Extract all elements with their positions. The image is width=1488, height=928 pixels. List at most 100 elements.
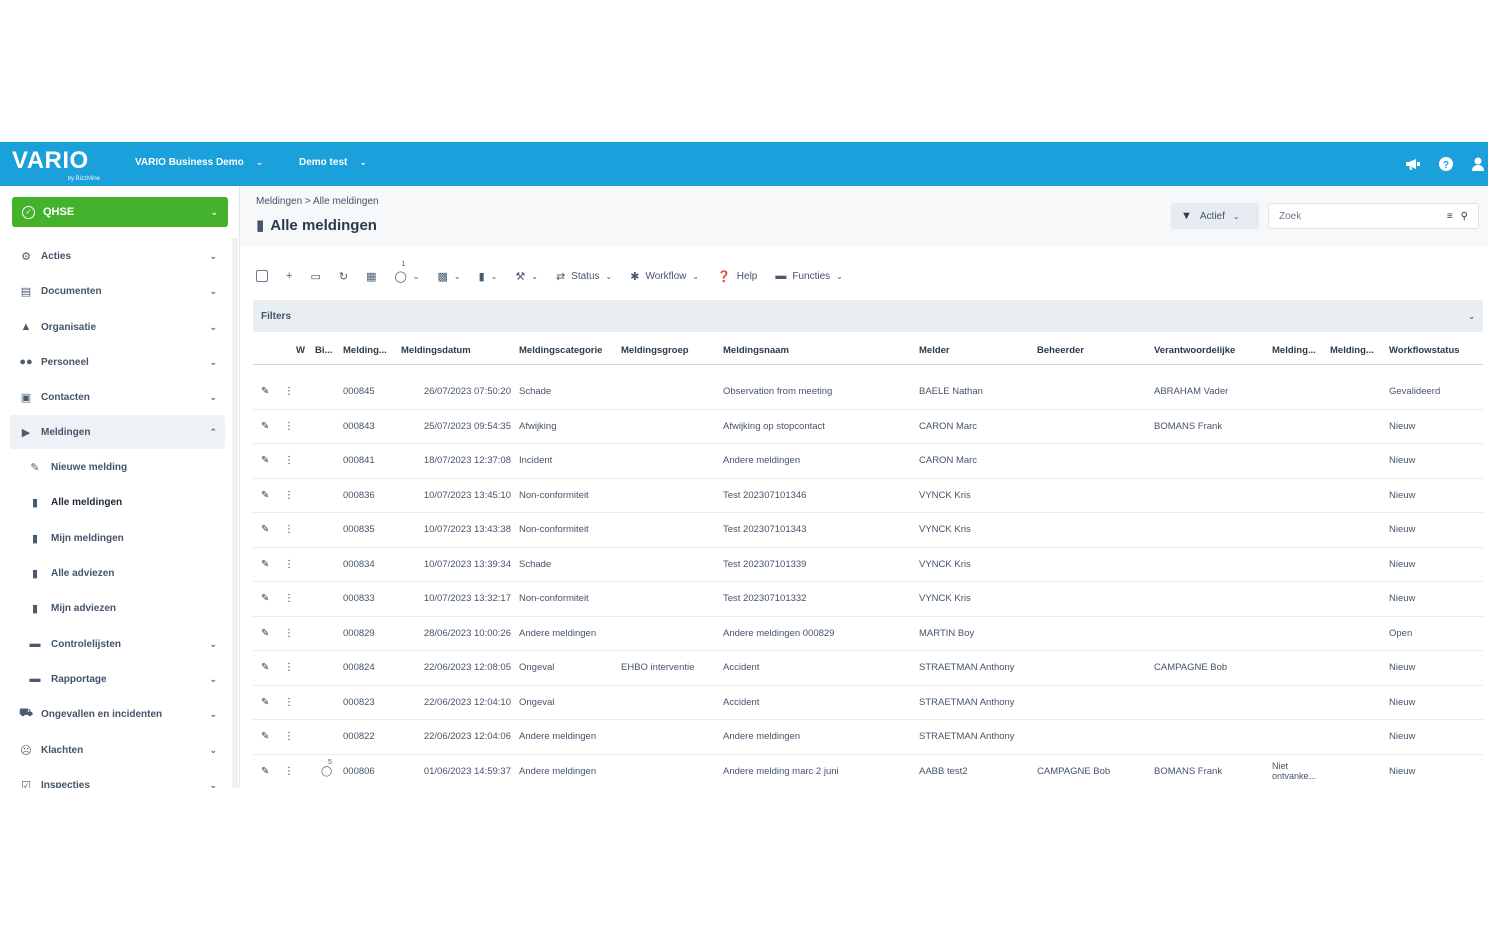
file-icon: ▮ <box>31 602 39 615</box>
sidebar-item-contacten[interactable]: ▣ Contacten ⌄ <box>10 380 225 414</box>
add-button[interactable]: + <box>286 270 292 282</box>
search-icon[interactable]: ⚲ <box>1461 211 1468 222</box>
edit-row-icon[interactable]: ✎ <box>261 375 273 409</box>
column-header[interactable]: Meldingsnaam <box>723 337 918 364</box>
functies-menu-button[interactable]: ▬ Functies ⌄ <box>775 270 843 282</box>
tools-menu-button[interactable]: ⚒ ⌄ <box>515 270 538 283</box>
column-header[interactable]: Workflowstatus <box>1389 337 1481 364</box>
row-menu-icon[interactable]: ⋮ <box>284 375 292 409</box>
table-row[interactable]: ✎ ⋮ 000836 10/07/2023 13:45:10 Non-conformit… <box>253 479 1483 513</box>
sidebar-subitem-mijn-adviezen[interactable]: ▮ Mijn adviezen <box>28 591 225 625</box>
select-all-checkbox[interactable] <box>256 270 268 282</box>
sidebar-item-acties[interactable]: ⚙ Acties ⌄ <box>10 239 225 273</box>
column-header[interactable]: Melder <box>919 337 1036 364</box>
row-menu-icon[interactable]: ⋮ <box>284 755 292 789</box>
row-menu-icon[interactable]: ⋮ <box>284 720 292 754</box>
table-row[interactable]: ✎ ⋮ 000841 18/07/2023 12:37:08 Incident Ander… <box>253 444 1483 479</box>
cell-melder: STRAETMAN Anthony <box>919 696 1015 708</box>
column-header[interactable]: Melding... <box>1330 337 1388 364</box>
column-header[interactable]: Verantwoordelijke <box>1154 337 1271 364</box>
sidebar-item-inspecties[interactable]: ☑ Inspecties ⌄ <box>10 768 225 789</box>
refresh-icon: ↻ <box>338 270 349 283</box>
row-menu-icon[interactable]: ⋮ <box>284 651 292 685</box>
help-circle-icon: ❓ <box>717 270 731 283</box>
help-icon[interactable]: ? <box>1437 155 1455 173</box>
status-menu-button[interactable]: ⇄ Status ⌄ <box>556 270 612 283</box>
column-header[interactable]: Melding... <box>343 337 398 364</box>
attachment-count: 5 <box>328 758 332 766</box>
column-header[interactable]: Meldingsdatum <box>401 337 511 364</box>
search-input[interactable]: Zoek ≡ ⚲ <box>1268 203 1479 229</box>
table-row[interactable]: ✎ ⋮ 000834 10/07/2023 13:39:34 Schade Test 20… <box>253 548 1483 582</box>
filters-panel-toggle[interactable]: Filters ⌄ <box>253 300 1483 332</box>
table-row[interactable]: ✎ ⋮ 000829 28/06/2023 10:00:26 Andere meldin… <box>253 617 1483 651</box>
edit-row-icon[interactable]: ✎ <box>261 686 273 720</box>
table-row[interactable]: ✎ ⋮ 000823 22/06/2023 12:04:10 Ongeval Accide… <box>253 686 1483 720</box>
table-row[interactable]: ✎ ⋮ 000843 25/07/2023 09:54:35 Afwijking Afwi… <box>253 410 1483 444</box>
sidebar-subitem-nieuwe-melding[interactable]: ✎ Nieuwe melding <box>28 450 225 484</box>
edit-row-icon[interactable]: ✎ <box>261 513 273 547</box>
sidebar-subitem-alle-adviezen[interactable]: ▮ Alle adviezen <box>28 556 225 590</box>
refresh-button[interactable]: ↻ <box>339 270 348 283</box>
edit-row-icon[interactable]: ✎ <box>261 410 273 444</box>
sidebar-scrollbar[interactable] <box>232 238 238 788</box>
row-menu-icon[interactable]: ⋮ <box>284 548 292 582</box>
status-filter-dropdown[interactable]: ▼ Actief ⌄ <box>1171 203 1259 229</box>
column-header[interactable]: Meldingscategorie <box>519 337 619 364</box>
edit-row-icon[interactable]: ✎ <box>261 548 273 582</box>
delete-button[interactable]: ▭ <box>310 270 320 283</box>
sidebar-subitem-alle-meldingen[interactable]: ▮ Alle meldingen <box>28 485 225 519</box>
table-row[interactable]: ✎ ⋮ 000822 22/06/2023 12:04:06 Andere meldin… <box>253 720 1483 755</box>
edit-row-icon[interactable]: ✎ <box>261 479 273 513</box>
attachment-menu-button[interactable]: 1 ◯ ⌄ <box>394 261 419 283</box>
cell-status: Nieuw <box>1389 558 1416 570</box>
row-menu-icon[interactable]: ⋮ <box>284 410 292 444</box>
row-menu-icon[interactable]: ⋮ <box>284 479 292 513</box>
sidebar-item-ongevallen[interactable]: ⛟ Ongevallen en incidenten ⌄ <box>10 697 225 731</box>
help-button[interactable]: ❓ Help <box>717 270 757 283</box>
print-menu-button[interactable]: ▩ ⌄ <box>437 270 460 283</box>
edit-row-icon[interactable]: ✎ <box>261 651 273 685</box>
environment-selector[interactable]: VARIO Business Demo ⌄ <box>135 157 263 168</box>
column-header[interactable]: Meldingsgroep <box>621 337 721 364</box>
column-header[interactable]: W <box>296 337 310 364</box>
workflow-menu-button[interactable]: ✱ Workflow ⌄ <box>630 270 699 283</box>
row-menu-icon[interactable]: ⋮ <box>284 444 292 478</box>
edit-row-icon[interactable]: ✎ <box>261 720 273 754</box>
edit-row-icon[interactable]: ✎ <box>261 444 273 478</box>
table-row[interactable]: ✎ ⋮ 000833 10/07/2023 13:32:17 Non-conformit… <box>253 582 1483 617</box>
table-row[interactable]: ✎ ⋮ ◯ 5 000806 01/06/2023 14:59:37 Andere meld… <box>253 755 1483 789</box>
edit-row-icon[interactable]: ✎ <box>261 755 273 789</box>
filter-lines-icon[interactable]: ≡ <box>1447 211 1453 222</box>
user-icon[interactable] <box>1469 155 1487 173</box>
sidebar-subitem-mijn-meldingen[interactable]: ▮ Mijn meldingen <box>28 521 225 555</box>
table-row[interactable]: ✎ ⋮ 000824 22/06/2023 12:08:05 Ongeval EHBO i… <box>253 651 1483 686</box>
sidebar-item-klachten[interactable]: ☹ Klachten ⌄ <box>10 733 225 767</box>
vario-logo[interactable]: VARIO by BizzMine <box>12 147 112 183</box>
sidebar-item-documenten[interactable]: ▤ Documenten ⌄ <box>10 274 225 308</box>
workspace-selector[interactable]: Demo test ⌄ <box>299 157 367 168</box>
column-header[interactable]: Bi... <box>315 337 337 364</box>
table-row[interactable]: ✎ ⋮ 000845 26/07/2023 07:50:20 Schade Observa… <box>253 375 1483 410</box>
module-selector-qhse[interactable]: ✓ QHSE ⌄ <box>12 197 228 227</box>
row-menu-icon[interactable]: ⋮ <box>284 513 292 547</box>
megaphone-icon[interactable] <box>1404 155 1422 173</box>
row-menu-icon[interactable]: ⋮ <box>284 617 292 651</box>
column-header[interactable]: Melding... <box>1272 337 1330 364</box>
row-menu-icon[interactable]: ⋮ <box>284 686 292 720</box>
edit-row-icon[interactable]: ✎ <box>261 582 273 616</box>
sidebar-subitem-rapportage[interactable]: ▬ Rapportage ⌄ <box>28 662 225 696</box>
sidebar-item-meldingen[interactable]: ▶ Meldingen ⌃ <box>10 415 225 449</box>
column-header[interactable]: Beheerder <box>1037 337 1154 364</box>
sidebar-item-organisatie[interactable]: ▲ Organisatie ⌄ <box>10 310 225 344</box>
edit-row-icon[interactable]: ✎ <box>261 617 273 651</box>
table-row[interactable]: ✎ ⋮ 000835 10/07/2023 13:43:38 Non-conformit… <box>253 513 1483 548</box>
attachment-icon[interactable]: ◯ 5 <box>321 755 341 789</box>
sidebar-item-personeel[interactable]: ●● Personeel ⌄ <box>10 345 225 379</box>
export-menu-button[interactable]: ▮ ⌄ <box>479 270 498 283</box>
save-button[interactable]: ▦ <box>366 270 376 283</box>
sidebar-subitem-controlelijsten[interactable]: ▬ Controlelijsten ⌄ <box>28 627 225 661</box>
cell-date: 01/06/2023 14:59:37 <box>423 765 511 777</box>
breadcrumb[interactable]: Meldingen > Alle meldingen <box>256 196 379 207</box>
row-menu-icon[interactable]: ⋮ <box>284 582 292 616</box>
